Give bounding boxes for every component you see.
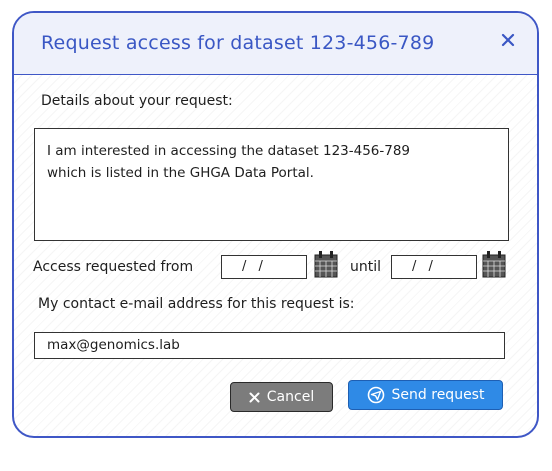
email-label: My contact e-mail address for this reque… [38, 296, 355, 312]
details-label: Details about your request: [41, 93, 233, 109]
request-access-dialog: Request access for dataset 123-456-789 D… [12, 11, 539, 438]
send-button-label: Send request [391, 386, 485, 403]
from-date-input[interactable]: / / [221, 255, 307, 279]
dialog-header: Request access for dataset 123-456-789 [14, 13, 537, 75]
cancel-button-label: Cancel [266, 388, 315, 405]
send-request-button[interactable]: Send request [348, 380, 503, 410]
details-textarea[interactable]: I am interested in accessing the dataset… [34, 128, 509, 241]
calendar-icon[interactable] [314, 250, 338, 278]
close-button[interactable] [497, 29, 519, 51]
send-icon [367, 386, 384, 404]
access-from-label: Access requested from [33, 259, 194, 275]
dialog-title: Request access for dataset 123-456-789 [41, 32, 435, 54]
until-label: until [350, 259, 382, 275]
cancel-button[interactable]: Cancel [230, 382, 333, 412]
x-icon [249, 392, 260, 402]
email-input[interactable]: max@genomics.lab [34, 332, 505, 359]
calendar-icon[interactable] [482, 250, 506, 278]
until-date-input[interactable]: / / [391, 255, 477, 279]
close-icon [501, 33, 515, 47]
